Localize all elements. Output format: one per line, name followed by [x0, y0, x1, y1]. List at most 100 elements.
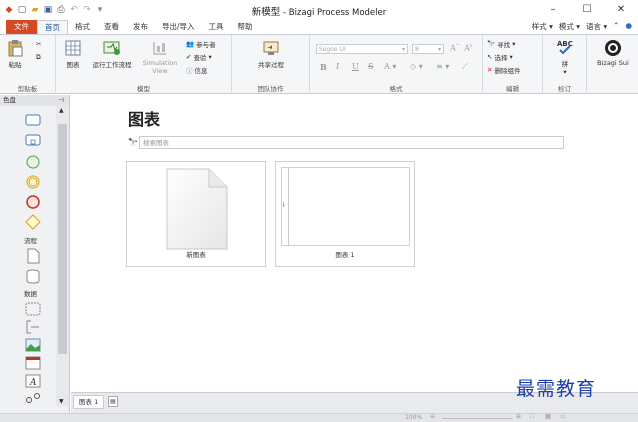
group-clipboard: 粘贴 ✂ ⧉ 剪贴板	[0, 35, 56, 94]
font-size-select[interactable]: 8 ▾	[412, 44, 444, 54]
styles-menu[interactable]: 样式 ▾	[532, 21, 553, 32]
scrollbar-thumb[interactable]	[58, 124, 67, 354]
binoculars-icon: 🔭	[128, 138, 138, 147]
layout-icon[interactable]: ▭	[560, 413, 566, 420]
share-process-button[interactable]: 共享过程	[246, 39, 296, 69]
text-shape-icon[interactable]: A	[25, 374, 41, 388]
add-diagram-icon[interactable]: ▤	[108, 396, 118, 407]
align-icon[interactable]: ≡ ▾	[436, 62, 449, 71]
fill-color-icon[interactable]: ◇ ▾	[410, 62, 423, 71]
zoom-out-icon[interactable]: ⊖	[430, 413, 435, 420]
tab-home[interactable]: 首页	[37, 20, 68, 34]
run-workflow-button[interactable]: 运行工作流程	[88, 39, 136, 69]
subprocess-shape-icon[interactable]	[25, 134, 41, 146]
zoom-in-icon[interactable]: ⊕	[516, 413, 521, 420]
start-event-icon[interactable]	[25, 154, 41, 170]
new-diagram-card[interactable]: 新图表	[126, 161, 266, 267]
chart-button[interactable]: 图表	[62, 39, 84, 69]
scroll-down-icon[interactable]: ▼	[59, 398, 64, 405]
cut-icon[interactable]: ✂	[36, 40, 41, 48]
palette-panel: 色盘 ⊣ 流程 数据 A ▲ ▼	[0, 95, 70, 413]
line-style-icon[interactable]: ⟋	[462, 62, 468, 72]
gateway-shape-icon[interactable]	[25, 214, 41, 230]
delete-component-button[interactable]: ✕ 删除组件	[487, 65, 520, 75]
info-icon: ⓘ	[186, 67, 193, 75]
zoom-slider[interactable]	[442, 418, 512, 419]
shrink-font-icon[interactable]: Av	[464, 43, 473, 53]
new-file-icon[interactable]: ▢	[17, 5, 27, 15]
pool-lane-thumbnail	[288, 168, 289, 245]
language-menu[interactable]: 语言 ▾	[586, 21, 607, 32]
open-folder-icon[interactable]: ▰	[30, 5, 40, 15]
close-button[interactable]: ✕	[604, 0, 638, 20]
redo-icon[interactable]: ↷	[82, 5, 92, 15]
new-document-icon	[166, 168, 228, 250]
save-icon[interactable]: ▣	[43, 5, 53, 15]
connector-shape-icon[interactable]	[25, 392, 41, 404]
tab-export-import[interactable]: 导出/导入	[155, 20, 202, 34]
simulation-view-button[interactable]: Simulation View	[140, 39, 180, 75]
group-review: ABC 拼 ▾ 检订	[543, 35, 587, 94]
spelling-button[interactable]: ABC 拼 ▾	[553, 38, 577, 76]
palette-section-flow: 流程	[24, 237, 37, 245]
svg-text:A: A	[29, 378, 37, 388]
chevron-down-icon: ▾	[563, 68, 567, 76]
collapse-ribbon-icon[interactable]: ⌃	[613, 21, 619, 32]
participants-button[interactable]: 👥 参与者	[186, 39, 216, 49]
maximize-button[interactable]: ☐	[570, 0, 604, 20]
help-globe-icon[interactable]: ●	[625, 21, 632, 32]
watermark: 最需教育	[516, 378, 597, 400]
undo-icon[interactable]: ↶	[69, 5, 79, 15]
modes-menu[interactable]: 模式 ▾	[559, 21, 580, 32]
tab-tools[interactable]: 工具	[202, 20, 231, 34]
strikethrough-icon[interactable]: S	[368, 62, 373, 71]
group-bizagi: Bizagi Sui	[587, 35, 638, 94]
intermediate-event-icon[interactable]	[25, 174, 41, 190]
group-shape-icon[interactable]	[25, 302, 41, 316]
scroll-up-icon[interactable]: ▲	[59, 107, 64, 114]
format-group-label: 格式	[389, 85, 403, 93]
check-button[interactable]: ✔ 查验 ▾	[186, 52, 212, 62]
image-shape-icon[interactable]	[25, 338, 41, 352]
print-icon[interactable]: ⎙	[56, 5, 66, 15]
tab-diagram-1[interactable]: 图表 1	[73, 395, 105, 409]
annotation-icon[interactable]	[25, 320, 41, 334]
run-workflow-icon	[103, 41, 120, 55]
font-color-icon[interactable]: A ▾	[384, 62, 396, 71]
pin-icon[interactable]: ⊣	[58, 95, 64, 106]
delete-x-icon: ✕	[487, 66, 493, 74]
group-format: Segoe UI ▾ 8 ▾ A^ Av B I U S A ▾ ◇ ▾ ≡ ▾ ⟋…	[310, 35, 483, 94]
select-button[interactable]: ↖ 选择 ▾	[487, 52, 513, 62]
search-input[interactable]: 搜索图表	[139, 136, 564, 149]
task-shape-icon[interactable]	[25, 114, 41, 126]
tab-file[interactable]: 文件	[6, 20, 37, 34]
end-event-icon[interactable]	[25, 194, 41, 210]
data-store-icon[interactable]	[25, 268, 41, 284]
tab-view[interactable]: 查看	[97, 20, 126, 34]
palette-section-data: 数据	[24, 290, 37, 298]
view-mode-icon[interactable]: ▦	[545, 413, 551, 420]
chevron-down-icon: ▾	[208, 53, 212, 61]
palette-scrollbar[interactable]: ▲ ▼	[56, 106, 69, 406]
bizagi-suite-button[interactable]: Bizagi Sui	[589, 39, 637, 67]
bold-icon[interactable]: B	[320, 62, 327, 72]
italic-icon[interactable]: I	[336, 62, 339, 71]
minimize-button[interactable]: –	[536, 0, 570, 20]
find-button[interactable]: 🔭 寻找 ▾	[487, 39, 515, 49]
font-family-select[interactable]: Segoe UI ▾	[316, 44, 408, 54]
info-button[interactable]: ⓘ 信息	[186, 65, 208, 75]
tab-format[interactable]: 格式	[68, 20, 97, 34]
data-object-icon[interactable]	[25, 248, 41, 264]
header-shape-icon[interactable]	[25, 356, 41, 370]
bizagi-suite-icon	[605, 40, 621, 56]
fit-page-icon[interactable]: ⛶	[530, 413, 534, 421]
diagram-card[interactable]: i 图表 1	[275, 161, 415, 267]
paste-button[interactable]: 粘贴	[4, 39, 26, 69]
grow-font-icon[interactable]: A^	[450, 43, 460, 53]
tab-help[interactable]: 帮助	[231, 20, 260, 34]
page-title: 图表	[128, 110, 161, 129]
underline-icon[interactable]: U	[352, 62, 359, 71]
customize-qat-icon[interactable]: ▾	[95, 5, 105, 15]
copy-icon[interactable]: ⧉	[36, 53, 41, 62]
tab-publish[interactable]: 发布	[126, 20, 155, 34]
